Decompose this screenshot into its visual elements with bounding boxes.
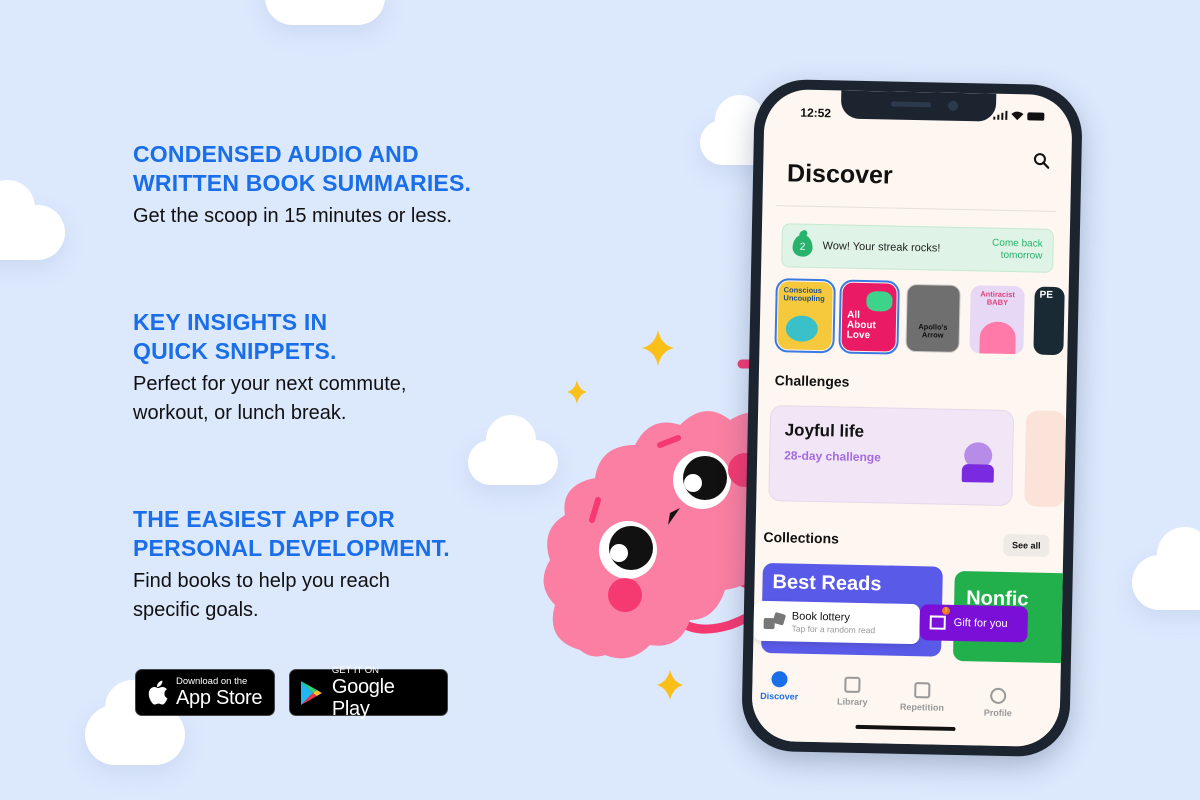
- lottery-subtitle: Tap for a random read: [791, 623, 876, 635]
- store-name: App Store: [176, 687, 263, 709]
- tab-discover[interactable]: Discover: [760, 671, 799, 702]
- sparkle-icon: [567, 380, 587, 404]
- apple-icon: [148, 680, 168, 705]
- sparkle-icon: [657, 670, 683, 700]
- bottom-tab-bar: Discover Library Repetition Profile: [751, 660, 1061, 748]
- challenge-card-partial[interactable]: [1024, 410, 1067, 508]
- feature-heading: KEY INSIGHTS IN QUICK SNIPPETS.: [133, 309, 337, 364]
- cloud-decoration: [0, 180, 65, 260]
- store-name: Google Play: [331, 676, 395, 720]
- store-caption: Download on the: [176, 676, 248, 687]
- phone-mockup: 12:52 Discover 2 Wow! Your streak rocks!…: [740, 78, 1084, 758]
- streak-flame-icon: 2: [792, 234, 813, 257]
- feature-key-insights: KEY INSIGHTS IN QUICK SNIPPETS. Perfect f…: [133, 308, 406, 428]
- phone-notch: [840, 90, 997, 122]
- book-cover-all-about-love[interactable]: All About Love: [838, 279, 900, 355]
- feature-audio-summaries: CONDENSED AUDIO AND WRITTEN BOOK SUMMARIE…: [133, 140, 471, 231]
- app-screen: 12:52 Discover 2 Wow! Your streak rocks!…: [751, 88, 1073, 748]
- dice-icon: [763, 611, 787, 630]
- book-lottery-button[interactable]: Book lottery Tap for a random read: [753, 600, 921, 645]
- collection-title: Best Reads: [772, 571, 882, 596]
- home-indicator[interactable]: [855, 724, 956, 731]
- status-time: 12:52: [800, 105, 832, 121]
- tab-repetition[interactable]: Repetition: [900, 682, 945, 713]
- collections-header: Collections: [763, 528, 840, 547]
- page-title: Discover: [786, 159, 893, 190]
- gumball-machine-icon: [961, 442, 995, 485]
- feature-heading: CONDENSED AUDIO AND WRITTEN BOOK SUMMARIE…: [133, 141, 472, 196]
- book-cover-partial[interactable]: PE: [1033, 286, 1065, 356]
- google-play-icon: [300, 680, 322, 705]
- wifi-icon: [1011, 111, 1024, 121]
- store-caption: GET IT ON: [331, 665, 380, 676]
- tab-library[interactable]: Library: [837, 676, 868, 707]
- google-play-button[interactable]: GET IT ON Google Play: [289, 665, 448, 720]
- app-store-button[interactable]: Download on the App Store: [135, 669, 275, 716]
- streak-banner[interactable]: 2 Wow! Your streak rocks! Come back tomor…: [781, 223, 1054, 273]
- lottery-title: Book lottery: [791, 610, 851, 624]
- gift-label: Gift for you: [953, 616, 1008, 631]
- cards-icon: [914, 682, 931, 699]
- book-cover-apollos-arrow[interactable]: Apollo's Arrow: [905, 283, 961, 353]
- gift-icon: [929, 615, 946, 630]
- feature-body: Perfect for your next commute, workout, o…: [133, 373, 407, 424]
- see-all-button[interactable]: See all: [1003, 533, 1050, 557]
- tab-profile[interactable]: Profile: [984, 687, 1013, 718]
- battery-icon: [1027, 112, 1045, 121]
- compass-icon: [771, 671, 788, 688]
- sparkle-icon: [642, 330, 674, 366]
- book-cover-conscious-uncoupling[interactable]: Conscious Uncoupling: [774, 278, 836, 354]
- signal-icon: [992, 110, 1008, 120]
- status-icons: [992, 110, 1045, 121]
- feature-body: Get the scoop in 15 minutes or less.: [133, 205, 453, 227]
- search-icon[interactable]: [1033, 152, 1050, 169]
- bookmark-icon: [844, 676, 861, 693]
- cloud-decoration: [1132, 527, 1200, 610]
- gift-for-you-button[interactable]: ! Gift for you: [919, 604, 1029, 643]
- streak-message: Wow! Your streak rocks!: [822, 240, 941, 255]
- cloud-decoration: [265, 0, 385, 25]
- feature-body: Find books to help you reach specific goa…: [133, 570, 390, 621]
- challenges-header: Challenges: [774, 372, 850, 390]
- book-cover-antiracist-baby[interactable]: Antiracist BABY: [969, 285, 1025, 355]
- come-back-tomorrow-link[interactable]: Come back tomorrow: [992, 238, 1043, 263]
- challenge-title: Joyful life: [784, 420, 865, 441]
- feature-personal-development: THE EASIEST APP FOR PERSONAL DEVELOPMENT.…: [133, 505, 450, 625]
- divider: [776, 205, 1057, 212]
- cloud-decoration: [468, 415, 558, 485]
- book-carousel[interactable]: Conscious Uncoupling All About Love Apol…: [774, 278, 1065, 356]
- challenge-card-joyful-life[interactable]: Joyful life 28-day challenge: [768, 405, 1015, 507]
- feature-heading: THE EASIEST APP FOR PERSONAL DEVELOPMENT.: [133, 506, 450, 561]
- profile-icon: [990, 687, 1007, 705]
- notification-badge: !: [941, 606, 951, 615]
